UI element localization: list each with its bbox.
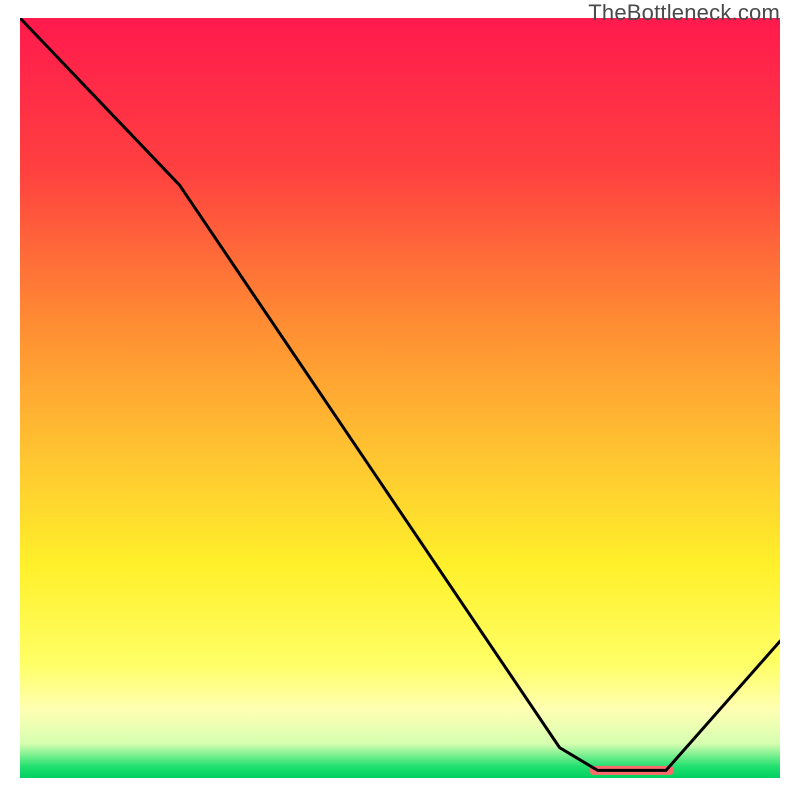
gradient-background <box>20 18 780 778</box>
bottleneck-chart <box>20 18 780 778</box>
watermark-text: TheBottleneck.com <box>588 0 780 26</box>
chart-canvas <box>20 18 780 778</box>
